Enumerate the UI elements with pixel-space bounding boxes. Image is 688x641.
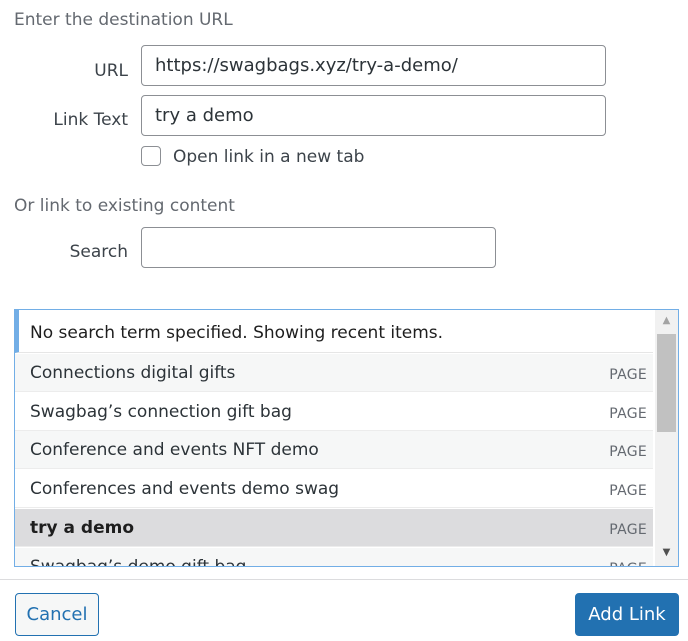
result-item-type: PAGE: [609, 522, 647, 538]
result-item[interactable]: Conference and events NFT demo PAGE: [15, 431, 653, 469]
results-notice-text: No search term specified. Showing recent…: [30, 323, 444, 343]
link-text-input[interactable]: [141, 95, 606, 136]
result-item-selected[interactable]: try a demo PAGE: [15, 509, 653, 547]
result-item[interactable]: Connections digital gifts PAGE: [15, 354, 653, 392]
result-item[interactable]: Swagbag’s demo gift bag PAGE: [15, 548, 653, 566]
cancel-button[interactable]: Cancel: [15, 593, 99, 636]
scroll-up-icon[interactable]: ▲: [655, 310, 678, 332]
open-new-tab-checkbox[interactable]: [141, 146, 161, 166]
result-item-title: try a demo: [30, 518, 134, 538]
scrollbar-thumb[interactable]: [657, 334, 676, 432]
result-item-type: PAGE: [609, 406, 647, 422]
link-text-label: Link Text: [53, 110, 128, 130]
search-results-list: No search term specified. Showing recent…: [15, 310, 653, 566]
url-section-title: Enter the destination URL: [14, 10, 233, 30]
results-notice: No search term specified. Showing recent…: [15, 310, 653, 353]
results-scrollbar[interactable]: ▲ ▼: [655, 310, 678, 566]
scroll-down-icon[interactable]: ▼: [655, 542, 678, 564]
result-item-title: Connections digital gifts: [30, 363, 236, 383]
result-item-title: Conference and events NFT demo: [30, 440, 319, 460]
footer-divider: [0, 579, 688, 580]
result-item-type: PAGE: [609, 444, 647, 460]
result-item-type: PAGE: [609, 483, 647, 499]
search-label: Search: [69, 242, 128, 262]
search-input[interactable]: [141, 227, 496, 268]
result-item[interactable]: Conferences and events demo swag PAGE: [15, 470, 653, 508]
result-item-type: PAGE: [609, 367, 647, 383]
result-item-title: Swagbag’s connection gift bag: [30, 402, 292, 422]
open-new-tab-label[interactable]: Open link in a new tab: [173, 147, 364, 167]
result-item-title: Swagbag’s demo gift bag: [30, 557, 246, 566]
url-input[interactable]: [141, 45, 606, 86]
search-results-panel: No search term specified. Showing recent…: [14, 309, 679, 567]
result-item[interactable]: Swagbag’s connection gift bag PAGE: [15, 393, 653, 431]
result-item-type: PAGE: [609, 561, 647, 566]
url-label: URL: [94, 61, 128, 81]
add-link-button[interactable]: Add Link: [575, 593, 679, 636]
existing-content-title: Or link to existing content: [14, 196, 235, 216]
result-item-title: Conferences and events demo swag: [30, 479, 340, 499]
